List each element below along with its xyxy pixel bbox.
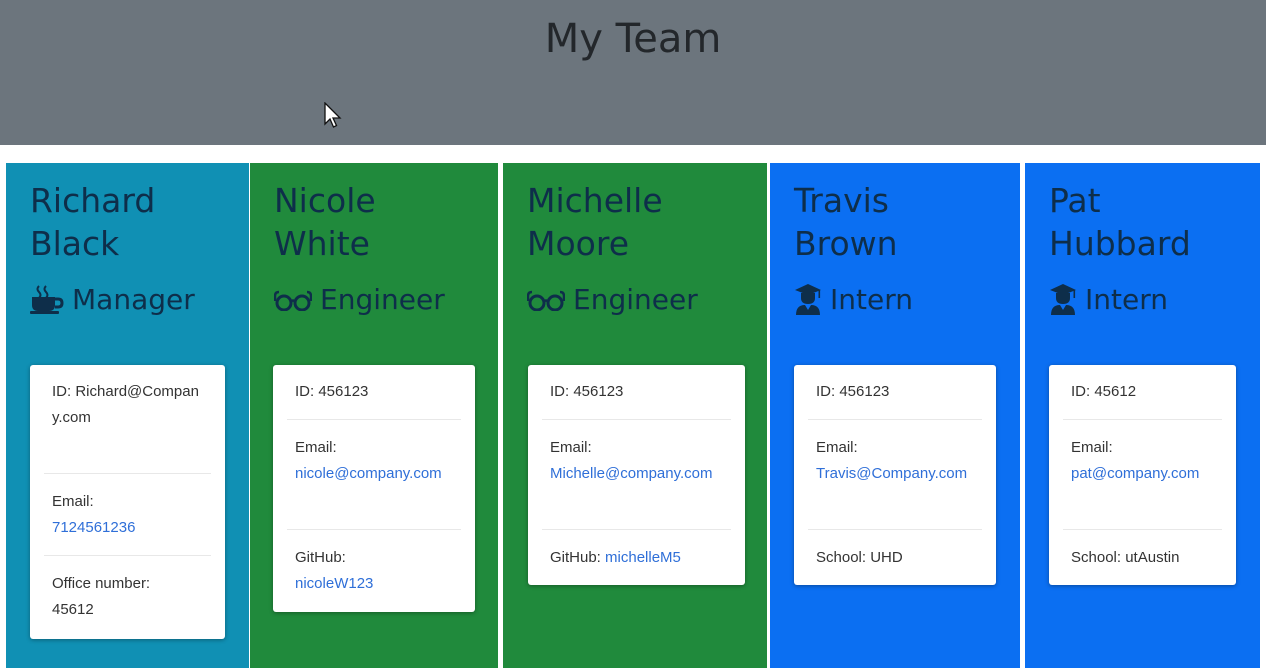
school-label: School: [816, 549, 867, 566]
divider [542, 529, 731, 530]
role-label: Manager [72, 282, 195, 316]
employee-info-box: ID: 456123 Email: Michelle@company.com G… [528, 365, 745, 585]
employee-info-box: ID: 45612 Email: pat@company.com School:… [1049, 365, 1236, 585]
divider [542, 419, 731, 420]
graduate-icon [794, 283, 822, 315]
employee-role: Engineer [274, 279, 445, 319]
divider [44, 555, 211, 556]
employee-github: GitHub: nicoleW123 [295, 545, 457, 597]
employee-last-name: Brown [794, 224, 898, 263]
employee-last-name: White [274, 224, 370, 263]
role-label: Engineer [573, 282, 698, 316]
divider [1063, 529, 1222, 530]
employee-role: Engineer [527, 279, 698, 319]
employee-last-name: Hubbard [1049, 224, 1191, 263]
id-label: ID: [295, 383, 315, 400]
employee-card: Michelle Moore Engineer ID: 456123 Email… [503, 163, 767, 668]
school-value: UHD [870, 549, 903, 566]
employee-email: Email: 7124561236 [52, 489, 207, 541]
email-label: Email: [1071, 439, 1113, 456]
email-link[interactable]: Michelle@company.com [550, 461, 727, 487]
page-title: My Team [544, 16, 722, 62]
divider [287, 419, 461, 420]
employee-id: ID: Richard@Company.com [52, 379, 207, 431]
employee-id: ID: 456123 [550, 379, 727, 405]
github-link[interactable]: michelleM5 [605, 549, 681, 566]
id-value: 456123 [573, 383, 624, 400]
id-label: ID: [52, 383, 72, 400]
employee-card: Travis Brown Intern ID: 456123 Email: Tr… [770, 163, 1020, 668]
employee-name: Travis Brown [794, 179, 898, 265]
email-link[interactable]: nicole@company.com [295, 461, 457, 487]
page-header: My Team [0, 0, 1266, 145]
employee-card: Nicole White Engineer ID: 456123 Email: … [250, 163, 498, 668]
id-value: 456123 [318, 383, 369, 400]
employee-info-box: ID: 456123 Email: nicole@company.com Git… [273, 365, 475, 612]
divider [287, 529, 461, 530]
employee-name: Nicole White [274, 179, 376, 265]
employee-first-name: Richard [30, 181, 156, 220]
role-label: Engineer [320, 282, 445, 316]
employee-role: Intern [794, 279, 913, 319]
office-number-value: 45612 [52, 601, 94, 618]
divider [1063, 419, 1222, 420]
employee-name: Michelle Moore [527, 179, 663, 265]
employee-email: Email: pat@company.com [1071, 435, 1218, 487]
employee-info-box: ID: Richard@Company.com Email: 712456123… [30, 365, 225, 639]
id-value: 45612 [1094, 383, 1137, 400]
employee-email: Email: Michelle@company.com [550, 435, 727, 487]
divider [44, 473, 211, 474]
school-value: utAustin [1125, 549, 1180, 566]
id-label: ID: [816, 383, 836, 400]
employee-first-name: Travis [794, 181, 889, 220]
employee-info-box: ID: 456123 Email: Travis@Company.com Sch… [794, 365, 996, 585]
employee-id: ID: 456123 [816, 379, 978, 405]
employee-role: Manager [30, 279, 195, 319]
school-label: School: [1071, 549, 1122, 566]
id-label: ID: [550, 383, 570, 400]
email-label: Email: [550, 439, 592, 456]
employee-card: Richard Black Manager ID: Richard@Compan… [6, 163, 249, 668]
employee-name: Richard Black [30, 179, 155, 265]
email-link[interactable]: Travis@Company.com [816, 461, 978, 487]
id-value: Richard@Company.com [52, 383, 199, 426]
divider [808, 529, 982, 530]
id-value: 456123 [839, 383, 890, 400]
employee-last-name: Black [30, 224, 120, 263]
employee-first-name: Michelle [527, 181, 663, 220]
employee-first-name: Pat [1049, 181, 1101, 220]
email-label: Email: [816, 439, 858, 456]
role-label: Intern [1085, 282, 1168, 316]
mouse-cursor-icon [324, 102, 342, 128]
employee-email: Email: Travis@Company.com [816, 435, 978, 487]
employee-id: ID: 45612 [1071, 379, 1218, 405]
github-label: GitHub: [550, 549, 601, 566]
email-label: Email: [295, 439, 337, 456]
divider [808, 419, 982, 420]
github-link[interactable]: nicoleW123 [295, 571, 457, 597]
employee-school: School: UHD [816, 545, 978, 571]
role-label: Intern [830, 282, 913, 316]
employee-github: GitHub: michelleM5 [550, 545, 727, 571]
id-label: ID: [1071, 383, 1091, 400]
coffee-icon [30, 284, 64, 314]
employee-office-number: Office number: 45612 [52, 571, 207, 623]
employee-role: Intern [1049, 279, 1168, 319]
employee-last-name: Moore [527, 224, 629, 263]
employee-email: Email: nicole@company.com [295, 435, 457, 487]
employee-name: Pat Hubbard [1049, 179, 1191, 265]
employee-first-name: Nicole [274, 181, 376, 220]
employee-school: School: utAustin [1071, 545, 1218, 571]
employee-id: ID: 456123 [295, 379, 457, 405]
office-phone-link[interactable]: 7124561236 [52, 515, 207, 541]
office-number-label: Office number: [52, 575, 151, 592]
employee-card: Pat Hubbard Intern ID: 45612 Email: pat@… [1025, 163, 1260, 668]
email-label: Email: [52, 493, 94, 510]
glasses-icon [274, 287, 312, 311]
glasses-icon [527, 287, 565, 311]
email-link[interactable]: pat@company.com [1071, 461, 1218, 487]
graduate-icon [1049, 283, 1077, 315]
github-label: GitHub: [295, 549, 346, 566]
